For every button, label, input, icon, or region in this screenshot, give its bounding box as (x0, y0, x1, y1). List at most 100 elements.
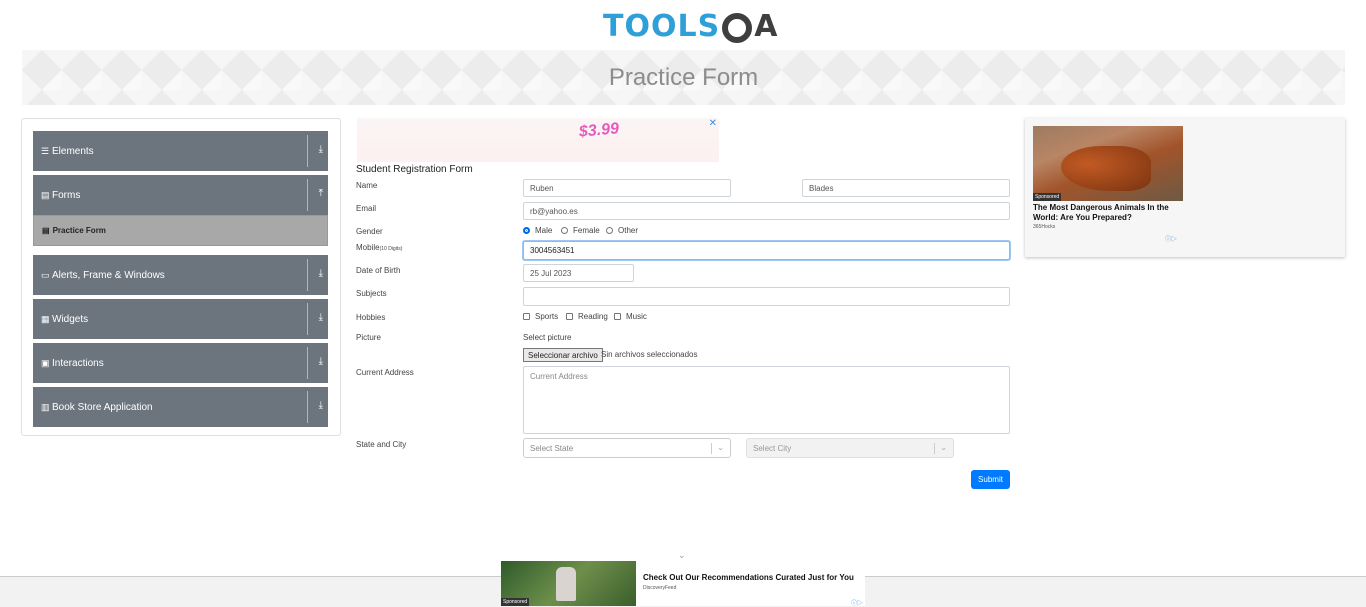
sidebar-item-label: Practice Form (52, 226, 106, 235)
chevron-down-icon[interactable]: ⤓ (319, 312, 323, 323)
radio-icon[interactable] (561, 227, 568, 234)
divider (307, 347, 308, 379)
mobile-label-text: Mobile (356, 243, 380, 252)
ad-headline[interactable]: Check Out Our Recommendations Curated Ju… (643, 573, 854, 582)
interaction-icon: ▣ (41, 357, 50, 368)
file-icon: ▤ (42, 226, 50, 235)
chevron-down-icon[interactable]: ⌄ (717, 443, 724, 452)
hamburger-icon: ☰ (41, 145, 50, 156)
hobby-option-label: Sports (535, 312, 559, 321)
close-icon[interactable]: ✕ (709, 118, 717, 129)
ad-headline[interactable]: The Most Dangerous Animals In the World:… (1033, 203, 1183, 223)
divider (711, 443, 712, 454)
sidebar-group-widgets[interactable]: ▦ Widgets ⤓ (33, 299, 328, 339)
sponsored-badge: Sponsored (1033, 193, 1062, 201)
hobby-checkbox-sports[interactable]: Sports (523, 312, 558, 321)
dob-label: Date of Birth (356, 266, 401, 275)
city-placeholder: Select City (753, 443, 792, 453)
gender-radio-female[interactable]: Female (561, 226, 600, 235)
chevron-down-icon[interactable]: ⌄ (940, 443, 947, 452)
logo-text: TOOLS (603, 8, 721, 44)
first-name-input[interactable]: Ruben (523, 179, 731, 197)
checkbox-icon[interactable] (523, 313, 530, 320)
textarea-placeholder: Current Address (530, 372, 588, 381)
subjects-label: Subjects (356, 289, 387, 298)
right-ad[interactable]: Sponsored The Most Dangerous Animals In … (1025, 118, 1345, 257)
chevron-down-icon[interactable]: ⤓ (319, 356, 323, 367)
mobile-hint: (10 Digits) (379, 246, 403, 252)
divider (307, 179, 308, 211)
sponsored-badge: Sponsored (501, 598, 530, 606)
checkbox-icon[interactable] (566, 313, 573, 320)
page-banner: Practice Form (22, 50, 1345, 105)
hobby-checkbox-reading[interactable]: Reading (566, 312, 608, 321)
dob-input[interactable]: 25 Jul 2023 (523, 264, 634, 282)
top-ad[interactable]: $3.99 ✕ (357, 118, 719, 162)
gender-option-label: Female (573, 226, 600, 235)
file-icon: ▤ (41, 189, 50, 200)
chevron-down-icon[interactable]: ⤓ (319, 144, 323, 155)
grid-icon: ▦ (41, 313, 50, 324)
bottom-ad[interactable]: Sponsored Check Out Our Recommendations … (501, 561, 865, 607)
sidebar-group-label: Forms (52, 189, 81, 201)
chevron-up-icon[interactable]: ⤒ (319, 188, 323, 199)
sidebar-item-practice-form[interactable]: ▤ Practice Form (33, 215, 328, 246)
chevron-down-icon[interactable]: ⤓ (319, 268, 323, 279)
state-city-label: State and City (356, 440, 407, 449)
sidebar-group-label: Book Store Application (52, 401, 153, 413)
mobile-label: Mobile(10 Digits) (356, 243, 402, 252)
city-select[interactable]: Select City ⌄ (746, 438, 954, 458)
divider (934, 443, 935, 454)
ad-source: DiscoveryFeed (643, 585, 677, 591)
window-icon: ▭ (41, 269, 50, 280)
sidebar-group-label: Interactions (52, 357, 104, 369)
gender-option-label: Other (618, 226, 639, 235)
ad-price: $3.99 (578, 120, 620, 141)
address-label: Current Address (356, 368, 414, 377)
chevron-down-icon[interactable]: ⤓ (319, 400, 323, 411)
divider (307, 135, 308, 167)
gender-radio-male[interactable]: Male (523, 226, 552, 235)
snake-image (1061, 146, 1151, 191)
ad-image[interactable]: Sponsored (1033, 126, 1183, 201)
state-placeholder: Select State (530, 443, 574, 453)
divider (307, 303, 308, 335)
sidebar-group-alerts[interactable]: ▭ Alerts, Frame & Windows ⤓ (33, 255, 328, 295)
hobby-checkbox-music[interactable]: Music (614, 312, 647, 321)
radio-selected-icon[interactable] (523, 227, 530, 234)
hobby-option-label: Music (626, 312, 647, 321)
logo-text-end: A (754, 8, 778, 44)
sidebar-group-label: Widgets (52, 313, 89, 325)
toolsqa-logo[interactable]: TOOLS A (603, 6, 777, 46)
current-address-textarea[interactable]: Current Address (523, 366, 1010, 434)
chevron-down-icon[interactable]: ⌄ (678, 550, 686, 561)
hobby-option-label: Reading (578, 312, 608, 321)
mobile-input[interactable]: 3004563451 (523, 241, 1010, 260)
gender-radio-other[interactable]: Other (606, 226, 638, 235)
ad-image[interactable]: Sponsored (501, 561, 636, 606)
last-name-input[interactable]: Blades (802, 179, 1010, 197)
adchoices-icon[interactable]: ⓘ▷ (1165, 234, 1177, 243)
form-title: Student Registration Form (356, 164, 473, 175)
sidebar-group-forms[interactable]: ▤ Forms ⤒ (33, 175, 328, 215)
sidebar-group-label: Elements (52, 145, 94, 157)
sidebar-group-elements[interactable]: ☰ Elements ⤓ (33, 131, 328, 171)
email-input[interactable]: rb@yahoo.es (523, 202, 1010, 220)
book-icon: ▥ (41, 401, 50, 412)
sidebar-group-book-store[interactable]: ▥ Book Store Application ⤓ (33, 387, 328, 427)
ad-source: 365Hocks (1033, 224, 1056, 230)
sidebar-group-interactions[interactable]: ▣ Interactions ⤓ (33, 343, 328, 383)
choose-file-button[interactable]: Seleccionar archivo (523, 348, 603, 362)
radio-icon[interactable] (606, 227, 613, 234)
select-picture-label: Select picture (523, 333, 572, 342)
picture-label: Picture (356, 333, 381, 342)
subjects-input[interactable] (523, 287, 1010, 306)
checkbox-icon[interactable] (614, 313, 621, 320)
page-title: Practice Form (608, 63, 759, 91)
sidebar-group-label: Alerts, Frame & Windows (52, 269, 165, 281)
person-image (556, 567, 576, 601)
divider (307, 391, 308, 423)
submit-button[interactable]: Submit (971, 470, 1010, 489)
gender-option-label: Male (535, 226, 553, 235)
state-select[interactable]: Select State ⌄ (523, 438, 731, 458)
